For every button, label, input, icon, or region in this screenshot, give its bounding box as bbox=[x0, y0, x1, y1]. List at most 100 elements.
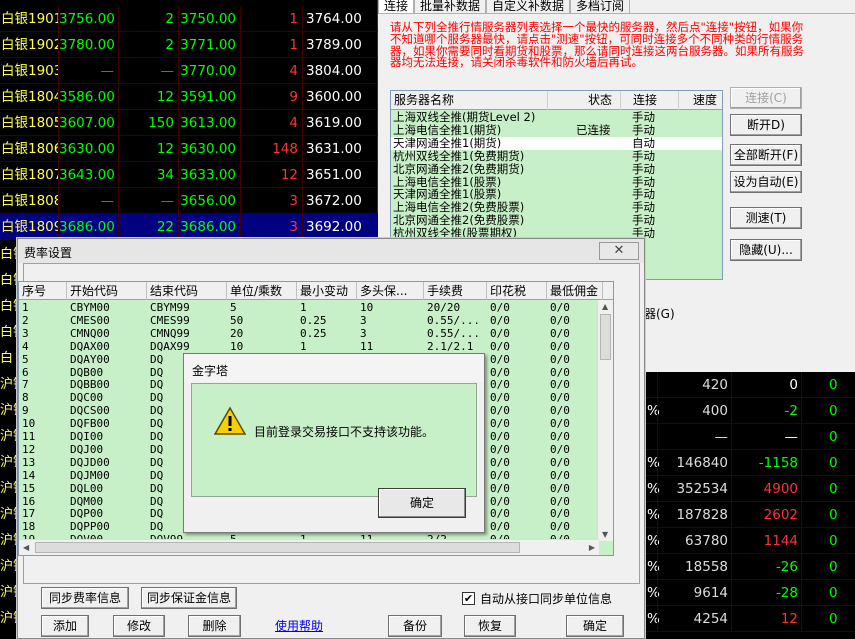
quote-volume: 18558 bbox=[657, 554, 731, 580]
fee-row[interactable]: 3 CMNQ00 CMNQ99 20 0.25 3 0.55/... 0/0 0/0 bbox=[19, 327, 599, 340]
server-row[interactable]: 上海电信全推1(期货) 已连接 手动 bbox=[391, 123, 722, 137]
quote-row-right[interactable]: % 352534 4900 0 bbox=[645, 476, 855, 502]
sync-margin-button[interactable]: 同步保证金信息 bbox=[141, 587, 237, 609]
quote-row[interactable]: 白银1805 3607.00 150 3613.00 4 3619.00 bbox=[0, 110, 378, 136]
fee-header-col[interactable]: 最小变动 bbox=[297, 282, 357, 300]
fee-hscroll[interactable]: ◀ ▶ bbox=[19, 539, 599, 555]
fee-header-col[interactable]: 手续费 bbox=[424, 282, 487, 300]
header-server-name[interactable]: 服务器名称 bbox=[391, 91, 548, 110]
fee-row[interactable]: 4 DQAX00 DQAX99 10 1 11 2.1/2.1 0/0 0/0 bbox=[19, 340, 599, 353]
quote-percent: % bbox=[647, 611, 660, 627]
quote-row-right[interactable]: 420 0 0 bbox=[645, 372, 855, 398]
server-name: 北京网通全推2(免费期货) bbox=[393, 162, 525, 176]
scroll-right-icon[interactable]: ▶ bbox=[589, 543, 595, 552]
header-connection[interactable]: 连接 bbox=[621, 91, 679, 110]
tab-multi-level[interactable]: 多档订阅 bbox=[570, 0, 631, 13]
tab-connect[interactable]: 连接 bbox=[378, 0, 415, 13]
server-row[interactable]: 天津网通全推1(股票) 手动 bbox=[391, 188, 722, 202]
close-icon[interactable]: ✕ bbox=[599, 242, 639, 260]
quote-grid-right-section[interactable]: 420 0 0% 400 -2 0— —0% 146840 -1158 0% 352534 4900 0… bbox=[645, 372, 855, 639]
fee-header-col[interactable]: 序号 bbox=[19, 282, 67, 300]
server-row[interactable]: 天津网通全推1(期货) 自动 bbox=[391, 135, 722, 150]
quote-grid[interactable]: 白银1901 3756.00 2 3750.00 1 3764.00 白银1902 3780.… bbox=[0, 0, 378, 240]
fee-cell: DQP00 bbox=[70, 507, 104, 521]
fee-row[interactable]: 2 CMES00 CMES99 50 0.25 3 0.55/... 0/0 0/0 bbox=[19, 314, 599, 327]
fee-vscroll-thumb[interactable] bbox=[600, 314, 611, 360]
quote-row[interactable]: 白银1902 3780.00 2 3771.00 1 3789.00 bbox=[0, 32, 378, 58]
sync-fee-button[interactable]: 同步费率信息 bbox=[41, 587, 129, 609]
fee-cell: 0/0 bbox=[550, 352, 570, 366]
auto-sync-option[interactable]: ✔ 自动从接口同步单位信息 bbox=[462, 591, 612, 606]
alert-titlebar[interactable]: 金字塔 bbox=[184, 354, 484, 382]
backup-button[interactable]: 备份 bbox=[388, 615, 442, 637]
add-button[interactable]: 添加 bbox=[41, 615, 89, 637]
fee-header-col[interactable]: 单位/乘数 bbox=[227, 282, 297, 300]
server-row[interactable]: 北京网通全推2(免费期货) 手动 bbox=[391, 162, 722, 176]
fee-header-col[interactable]: 开始代码 bbox=[67, 282, 147, 300]
server-row[interactable]: 北京网通全推2(免费股票) 手动 bbox=[391, 214, 722, 228]
server-row[interactable]: 杭州双线全推1(免费期货) 手动 bbox=[391, 149, 722, 163]
quote-row[interactable]: 白银1804 3586.00 12 3591.00 9 3600.00 bbox=[0, 84, 378, 110]
fee-cell: 50 bbox=[230, 313, 244, 327]
server-row[interactable]: 上海电信全推1(股票) 手动 bbox=[391, 175, 722, 189]
quote-row-right[interactable]: % 9614 -28 0 bbox=[645, 580, 855, 606]
scroll-up-icon[interactable]: ▲ bbox=[602, 302, 608, 311]
quote-bid-volume: 9 bbox=[240, 84, 302, 110]
restore-button[interactable]: 恢复 bbox=[464, 615, 516, 637]
server-connect-mode: 自动 bbox=[632, 135, 655, 150]
disconnect-button[interactable]: 断开D) bbox=[730, 114, 802, 136]
scroll-down-icon[interactable]: ▼ bbox=[602, 530, 608, 539]
quote-row-right[interactable]: % 4254 12 0 bbox=[645, 606, 855, 632]
quote-row[interactable]: 白银1903— —3770.00 4 3804.00 bbox=[0, 58, 378, 84]
auto-sync-label: 自动从接口同步单位信息 bbox=[480, 592, 613, 606]
fee-hscroll-thumb[interactable] bbox=[35, 542, 520, 553]
set-auto-button[interactable]: 设为自动(E) bbox=[730, 171, 802, 193]
quote-row[interactable]: 白银1808— —3656.00 3 3672.00 bbox=[0, 188, 378, 214]
hide-button[interactable]: 隐藏(U)... bbox=[730, 239, 802, 261]
header-status[interactable]: 状态 bbox=[548, 91, 621, 110]
quote-name: 白银1808 bbox=[1, 193, 58, 209]
quote-row-right[interactable]: % 63780 1144 0 bbox=[645, 528, 855, 554]
delete-button[interactable]: 删除 bbox=[188, 615, 241, 637]
quote-row[interactable]: 白银1807 3643.00 34 3633.00 12 3651.00 bbox=[0, 162, 378, 188]
fee-cell: 0.55/... bbox=[427, 326, 480, 340]
fee-cell: 18 bbox=[22, 520, 36, 534]
quote-bid: 3630.00 bbox=[178, 136, 240, 162]
speed-test-button[interactable]: 测速(T) bbox=[730, 207, 802, 229]
fee-header-col[interactable]: 最低佣金 bbox=[547, 282, 603, 300]
disconnect-all-button[interactable]: 全部断开(F) bbox=[730, 144, 802, 166]
quote-row-right[interactable]: % 187828 2602 0 bbox=[645, 502, 855, 528]
scroll-left-icon[interactable]: ◀ bbox=[23, 543, 29, 552]
header-speed[interactable]: 速度 bbox=[679, 91, 722, 110]
edit-button[interactable]: 修改 bbox=[113, 615, 165, 637]
quote-row[interactable]: 白银1809 3686.00 22 3686.00 3 3692.00 bbox=[0, 214, 378, 240]
alert-ok-button[interactable]: 确定 bbox=[378, 488, 466, 518]
fee-vscroll[interactable]: ▲ ▼ bbox=[597, 300, 613, 541]
server-row[interactable]: 上海双线全推(期货Level 2) 手动 bbox=[391, 111, 722, 124]
quote-last: 3630.00 bbox=[58, 136, 118, 162]
fee-cell: DQM00 bbox=[70, 494, 104, 508]
fee-cell: 0/0 bbox=[550, 468, 570, 482]
quote-row-right[interactable]: % 400 -2 0 bbox=[645, 398, 855, 424]
auto-sync-checkbox[interactable]: ✔ bbox=[462, 592, 475, 605]
quote-row-right[interactable]: — —0 bbox=[645, 424, 855, 450]
fee-cell: 10 bbox=[230, 339, 244, 353]
connect-button[interactable]: 连接(C) bbox=[730, 87, 802, 109]
quote-row-right[interactable]: % 146840 -1158 0 bbox=[645, 450, 855, 476]
quote-row[interactable]: 白银1901 3756.00 2 3750.00 1 3764.00 bbox=[0, 6, 378, 32]
fee-cell: 0/0 bbox=[490, 494, 510, 508]
quote-row-right[interactable]: % 18558 -26 0 bbox=[645, 554, 855, 580]
fee-ok-button[interactable]: 确定 bbox=[566, 615, 624, 637]
server-row[interactable]: 上海电信全推2(免费股票) 手动 bbox=[391, 201, 722, 215]
tab-custom-data[interactable]: 自定义补数据 bbox=[486, 0, 571, 13]
tab-batch-data[interactable]: 批量补数据 bbox=[414, 0, 487, 13]
fee-header-col[interactable]: 多头保... bbox=[357, 282, 424, 300]
quote-volume: 352534 bbox=[657, 476, 731, 502]
quote-row[interactable]: 白银1806 3630.00 12 3630.00 148 3631.00 bbox=[0, 136, 378, 162]
help-link[interactable]: 使用帮助 bbox=[275, 617, 323, 634]
fee-titlebar[interactable]: 费率设置 ✕ bbox=[18, 239, 644, 263]
fee-header-col[interactable]: 印花税 bbox=[487, 282, 547, 300]
fee-header-col[interactable]: 结束代码 bbox=[147, 282, 227, 300]
fee-row[interactable]: 1 CBYM00 CBYM99 5 1 10 20/20 0/0 0/0 bbox=[19, 301, 599, 314]
quote-net-change: 2602 bbox=[731, 502, 801, 528]
